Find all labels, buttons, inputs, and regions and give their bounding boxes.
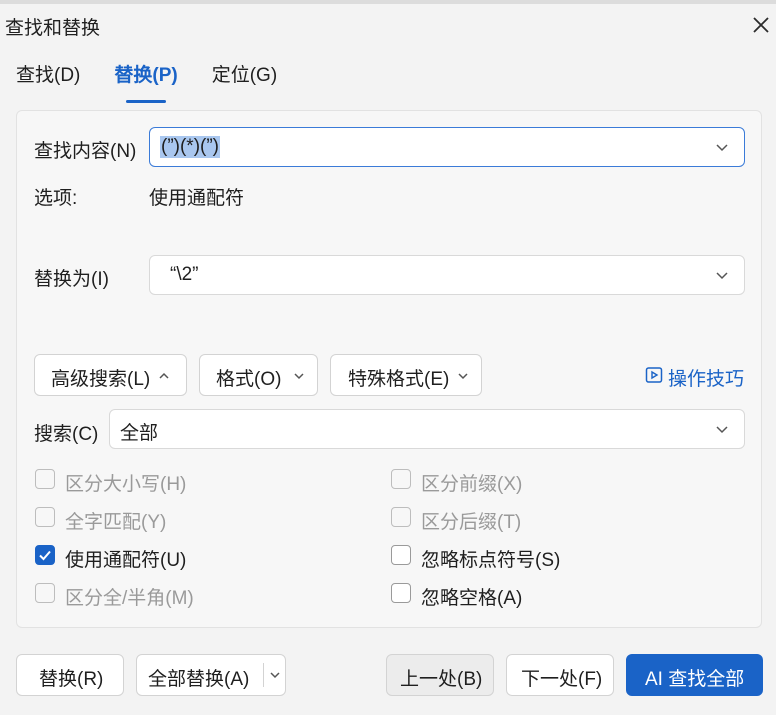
- previous-button-label: 上一处(B): [400, 669, 483, 690]
- chevron-down-icon: [458, 373, 468, 380]
- options-value: 使用通配符: [149, 188, 245, 209]
- play-icon[interactable]: [645, 366, 663, 384]
- next-button[interactable]: 下一处(F): [506, 654, 614, 696]
- chevron-down-icon: [294, 373, 304, 380]
- advanced-search-button[interactable]: 高级搜索(L): [34, 354, 187, 396]
- ignore-space-label[interactable]: 忽略空格(A): [421, 583, 522, 610]
- tab-find[interactable]: 查找(D): [16, 60, 80, 92]
- search-scope-value: 全部: [120, 423, 159, 444]
- whole-word-checkbox[interactable]: [35, 507, 55, 527]
- wildcards-label[interactable]: 使用通配符(U): [65, 545, 186, 572]
- replace-input-value: “\2”: [170, 264, 199, 285]
- ignore-punct-label[interactable]: 忽略标点符号(S): [421, 545, 560, 572]
- whole-word-label: 全字匹配(Y): [65, 512, 167, 533]
- tab-replace[interactable]: 替换(P): [114, 60, 178, 103]
- format-button[interactable]: 格式(O): [199, 354, 318, 396]
- close-button[interactable]: [748, 12, 774, 38]
- ai-find-all-label: AI 查找全部: [645, 669, 745, 690]
- ignore-punct-checkbox[interactable]: [391, 545, 411, 565]
- check-icon: [39, 550, 51, 561]
- replace-all-label: 全部替换(A): [148, 669, 250, 690]
- window-title: 查找和替换: [5, 18, 101, 39]
- replace-input[interactable]: “\2”: [149, 255, 745, 295]
- replace-all-button[interactable]: 全部替换(A): [137, 655, 263, 695]
- replace-label: 替换为(I): [34, 269, 109, 290]
- chevron-down-icon[interactable]: [714, 421, 730, 437]
- prefix-checkbox[interactable]: [391, 469, 411, 489]
- special-format-label: 特殊格式(E): [348, 369, 450, 390]
- wildcards-checkbox[interactable]: [35, 545, 55, 565]
- next-button-label: 下一处(F): [521, 669, 603, 690]
- chevron-down-icon: [270, 672, 280, 679]
- match-case-label: 区分大小写(H): [65, 474, 187, 495]
- close-icon: [753, 17, 769, 33]
- full-half-checkbox[interactable]: [35, 583, 55, 603]
- tab-bar: 查找(D) 替换(P) 定位(G): [16, 60, 311, 103]
- prefix-label: 区分前缀(X): [421, 474, 523, 495]
- find-input-value: (”)(*)(”): [160, 136, 221, 158]
- chevron-up-icon: [159, 372, 169, 379]
- ignore-space-checkbox[interactable]: [391, 583, 411, 603]
- chevron-down-icon[interactable]: [714, 139, 730, 155]
- advanced-search-label: 高级搜索(L): [51, 369, 151, 390]
- replace-button-label: 替换(R): [39, 669, 104, 690]
- special-format-button[interactable]: 特殊格式(E): [330, 354, 482, 396]
- suffix-label: 区分后缀(T): [421, 512, 522, 533]
- chevron-down-icon[interactable]: [714, 267, 730, 283]
- replace-all-split-button: 全部替换(A): [136, 654, 286, 696]
- window-top-border: [0, 0, 776, 4]
- full-half-label: 区分全/半角(M): [65, 588, 194, 609]
- match-case-checkbox[interactable]: [35, 469, 55, 489]
- ai-find-all-button[interactable]: AI 查找全部: [626, 654, 763, 696]
- search-label: 搜索(C): [34, 424, 99, 445]
- previous-button[interactable]: 上一处(B): [386, 654, 494, 696]
- tips-link[interactable]: 操作技巧: [668, 364, 744, 391]
- search-scope-select[interactable]: 全部: [109, 409, 745, 449]
- format-label: 格式(O): [216, 369, 282, 390]
- suffix-checkbox[interactable]: [391, 507, 411, 527]
- replace-all-dropdown[interactable]: [264, 655, 286, 695]
- replace-button[interactable]: 替换(R): [16, 654, 124, 696]
- find-input[interactable]: (”)(*)(”): [149, 127, 745, 167]
- tab-goto[interactable]: 定位(G): [212, 60, 277, 92]
- find-label: 查找内容(N): [34, 141, 137, 162]
- options-label: 选项:: [34, 188, 78, 209]
